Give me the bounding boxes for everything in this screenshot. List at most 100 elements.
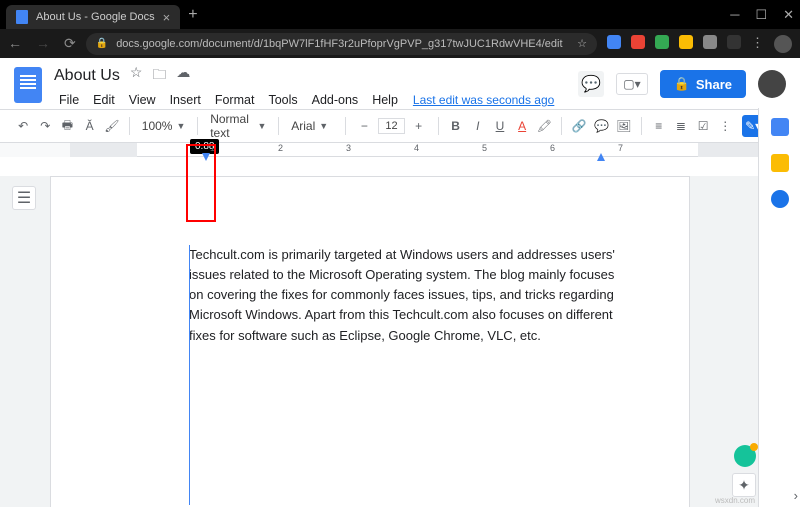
account-avatar[interactable] (758, 70, 786, 98)
window-controls: ─ ☐ ✕ (730, 7, 794, 23)
side-panel (758, 108, 800, 507)
document-title[interactable]: About Us (54, 67, 120, 85)
horizontal-ruler[interactable]: 0.88 1 2 3 4 5 6 7 (70, 143, 760, 157)
puzzle-icon[interactable] (727, 35, 741, 49)
close-window-icon[interactable]: ✕ (783, 7, 794, 23)
separator (438, 117, 439, 135)
keep-icon[interactable] (771, 154, 789, 172)
share-button[interactable]: 🔒 Share (660, 70, 746, 98)
docs-toolbar: ↶ ↷ 🖶 Ă 🖌 100%▼ Normal text▼ Arial▼ − 12… (0, 109, 800, 143)
comment-icon[interactable]: 💬 (592, 115, 610, 137)
zoom-select[interactable]: 100%▼ (138, 119, 190, 133)
text-color-icon[interactable]: A (513, 115, 531, 137)
url-text: docs.google.com/document/d/1bqPW7lF1fHF3… (116, 38, 562, 50)
ruler-tick: 7 (618, 143, 623, 153)
align-icon[interactable]: ≡ (650, 115, 668, 137)
docs-logo-icon[interactable] (14, 67, 42, 103)
lock-icon: 🔒 (674, 76, 690, 92)
ruler-tick: 3 (346, 143, 351, 153)
reload-icon[interactable]: ⟳ (64, 35, 76, 52)
outline-toggle-button[interactable]: ☰ (12, 186, 36, 210)
text-cursor (189, 245, 190, 505)
menu-tools[interactable]: Tools (263, 91, 302, 109)
star-icon[interactable]: ☆ (577, 37, 587, 50)
profile-avatar[interactable] (774, 35, 792, 53)
separator (129, 117, 130, 135)
extension-icon[interactable] (655, 35, 669, 49)
move-icon[interactable]: 🗀 (152, 64, 166, 88)
spellcheck-icon[interactable]: Ă (81, 115, 99, 137)
image-icon[interactable]: 🖼 (615, 115, 633, 137)
menu-bar: File Edit View Insert Format Tools Add-o… (54, 91, 566, 109)
extension-icon[interactable] (607, 35, 621, 49)
docs-header: About Us ☆ 🗀 ☁ File Edit View Insert For… (0, 58, 800, 109)
right-indent-marker[interactable] (597, 153, 605, 161)
extension-icon[interactable] (631, 35, 645, 49)
document-body-text[interactable]: Techcult.com is primarily targeted at Wi… (189, 245, 625, 346)
tasks-icon[interactable] (771, 190, 789, 208)
style-select[interactable]: Normal text▼ (206, 112, 270, 140)
close-tab-icon[interactable]: × (163, 10, 171, 25)
ruler-tick: 2 (278, 143, 283, 153)
separator (641, 117, 642, 135)
browser-tab[interactable]: About Us - Google Docs × (6, 5, 180, 29)
increase-font-icon[interactable]: + (408, 115, 430, 137)
menu-edit[interactable]: Edit (88, 91, 120, 109)
checklist-icon[interactable]: ☑ (694, 115, 712, 137)
calendar-icon[interactable] (771, 118, 789, 136)
menu-addons[interactable]: Add-ons (307, 91, 364, 109)
browser-tab-bar: About Us - Google Docs × + ─ ☐ ✕ (0, 0, 800, 29)
left-margin[interactable] (70, 143, 137, 157)
paint-format-icon[interactable]: 🖌 (103, 115, 121, 137)
document-page[interactable]: Techcult.com is primarily targeted at Wi… (50, 176, 690, 507)
browser-address-bar: ← → ⟳ 🔒 docs.google.com/document/d/1bqPW… (0, 29, 800, 58)
ruler-tick: 6 (550, 143, 555, 153)
new-tab-button[interactable]: + (188, 6, 197, 24)
separator (197, 117, 198, 135)
watermark: wsxdn.com (715, 496, 755, 505)
ruler-area: 0.88 1 2 3 4 5 6 7 (0, 143, 800, 157)
ruler-tick: 4 (414, 143, 419, 153)
menu-view[interactable]: View (124, 91, 161, 109)
italic-icon[interactable]: I (469, 115, 487, 137)
star-icon[interactable]: ☆ (130, 64, 143, 88)
menu-help[interactable]: Help (367, 91, 403, 109)
separator (345, 117, 346, 135)
explore-button[interactable]: ✦ (732, 473, 756, 497)
font-size-input[interactable]: 12 (378, 118, 404, 134)
menu-file[interactable]: File (54, 91, 84, 109)
menu-icon[interactable]: ⋮ (751, 35, 764, 53)
url-input[interactable]: 🔒 docs.google.com/document/d/1bqPW7lF1fH… (86, 33, 597, 55)
extension-icon[interactable] (679, 35, 693, 49)
separator (561, 117, 562, 135)
menu-insert[interactable]: Insert (165, 91, 206, 109)
line-spacing-icon[interactable]: ≣ (672, 115, 690, 137)
font-select[interactable]: Arial▼ (287, 119, 336, 133)
highlight-icon[interactable]: 🖍 (535, 115, 553, 137)
bold-icon[interactable]: B (446, 115, 464, 137)
menu-format[interactable]: Format (210, 91, 260, 109)
link-icon[interactable]: 🔗 (570, 115, 588, 137)
back-icon[interactable]: ← (8, 35, 22, 52)
maximize-icon[interactable]: ☐ (755, 7, 767, 23)
last-edit-link[interactable]: Last edit was seconds ago (413, 93, 554, 107)
minimize-icon[interactable]: ─ (730, 7, 739, 23)
share-label: Share (696, 77, 732, 92)
undo-icon[interactable]: ↶ (14, 115, 32, 137)
grammarly-icon[interactable] (734, 445, 756, 467)
extension-icon[interactable] (703, 35, 717, 49)
meet-button[interactable]: ▢▾ (616, 73, 647, 95)
right-margin[interactable] (698, 143, 760, 157)
tab-favicon (16, 10, 28, 24)
ruler-tick: 5 (482, 143, 487, 153)
side-panel-collapse-icon[interactable]: › (794, 488, 798, 503)
cloud-icon[interactable]: ☁ (176, 64, 190, 88)
document-canvas: Techcult.com is primarily targeted at Wi… (0, 176, 758, 507)
more-icon[interactable]: ⋮ (716, 115, 734, 137)
redo-icon[interactable]: ↷ (36, 115, 54, 137)
underline-icon[interactable]: U (491, 115, 509, 137)
decrease-font-icon[interactable]: − (353, 115, 375, 137)
print-icon[interactable]: 🖶 (58, 115, 76, 137)
lock-icon: 🔒 (96, 38, 108, 49)
comment-history-button[interactable]: 💬 (578, 71, 604, 97)
